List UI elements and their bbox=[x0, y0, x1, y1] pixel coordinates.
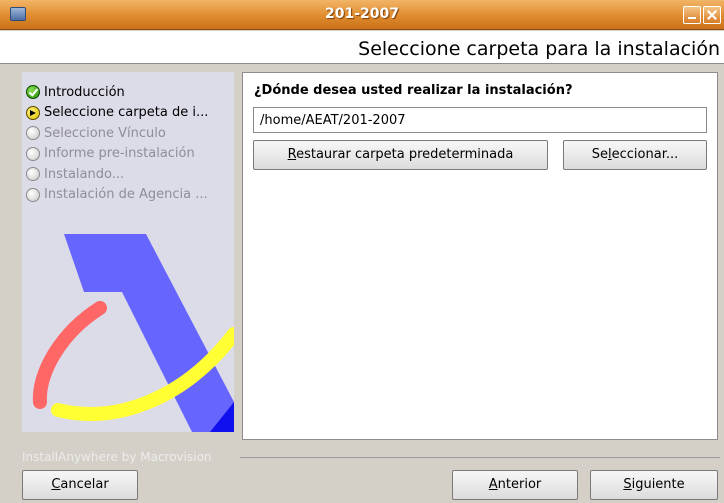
button-label: Se bbox=[591, 147, 608, 162]
button-label: estaurar carpeta predeterminada bbox=[296, 147, 514, 162]
step-seleccione-carpeta: Seleccione carpeta de i... bbox=[26, 103, 208, 124]
title-bar[interactable]: 201-2007 bbox=[0, 0, 724, 30]
step-label: Seleccione Vínculo bbox=[44, 125, 166, 141]
close-window-button[interactable] bbox=[703, 6, 721, 24]
button-label: nterior bbox=[497, 477, 542, 492]
step-seleccione-vinculo: Seleccione Vínculo bbox=[26, 123, 208, 144]
step-label: Seleccione carpeta de i... bbox=[44, 105, 209, 121]
install-location-question: ¿Dónde desea usted realizar la instalaci… bbox=[254, 83, 573, 98]
mnemonic-letter: S bbox=[623, 477, 632, 492]
step-header: Seleccione carpeta para la instalación bbox=[0, 31, 724, 64]
restore-default-folder-button[interactable]: Restaurar carpeta predeterminada bbox=[253, 140, 548, 170]
logo-red-arc bbox=[32, 301, 107, 409]
window-title: 201-2007 bbox=[325, 6, 399, 22]
step-instalando: Instalando... bbox=[26, 164, 208, 185]
step-heading: Seleccione carpeta para la instalación bbox=[358, 38, 720, 60]
steps-list: Introducción Seleccione carpeta de i... … bbox=[26, 82, 208, 205]
step-current-arrow-icon bbox=[26, 105, 40, 120]
step-introduccion: Introducción bbox=[26, 82, 208, 103]
step-label: Informe pre-instalación bbox=[44, 146, 195, 162]
step-pending-circle-icon bbox=[26, 167, 40, 182]
step-pending-circle-icon bbox=[26, 187, 40, 202]
next-button[interactable]: Siguiente bbox=[590, 470, 718, 500]
mnemonic-letter: R bbox=[287, 147, 297, 162]
cancel-button[interactable]: Cancelar bbox=[22, 470, 138, 500]
step-label: Instalando... bbox=[44, 166, 125, 182]
step-label: Introducción bbox=[44, 84, 125, 100]
install-path-input[interactable] bbox=[253, 107, 707, 133]
button-label: ancelar bbox=[60, 477, 109, 492]
step-instalacion-de-agencia: Instalación de Agencia ... bbox=[26, 185, 208, 206]
footer-divider bbox=[240, 457, 720, 458]
minimize-button[interactable] bbox=[683, 6, 701, 24]
step-pending-circle-icon bbox=[26, 126, 40, 141]
step-done-check-icon bbox=[26, 85, 40, 100]
choose-folder-button[interactable]: Seleccionar... bbox=[563, 140, 707, 170]
steps-sidebar: Introducción Seleccione carpeta de i... … bbox=[22, 72, 234, 432]
button-label: iguiente bbox=[631, 477, 685, 492]
back-button[interactable]: Anterior bbox=[452, 470, 578, 500]
mnemonic-letter: A bbox=[488, 477, 498, 492]
content-panel: ¿Dónde desea usted realizar la instalaci… bbox=[242, 72, 718, 440]
button-label: eccionar... bbox=[611, 147, 679, 162]
step-label: Instalación de Agencia ... bbox=[44, 187, 208, 203]
step-pending-circle-icon bbox=[26, 146, 40, 161]
installer-brand: InstallAnywhere by Macrovision bbox=[22, 450, 212, 464]
step-informe-pre-instalacion: Informe pre-instalación bbox=[26, 144, 208, 165]
